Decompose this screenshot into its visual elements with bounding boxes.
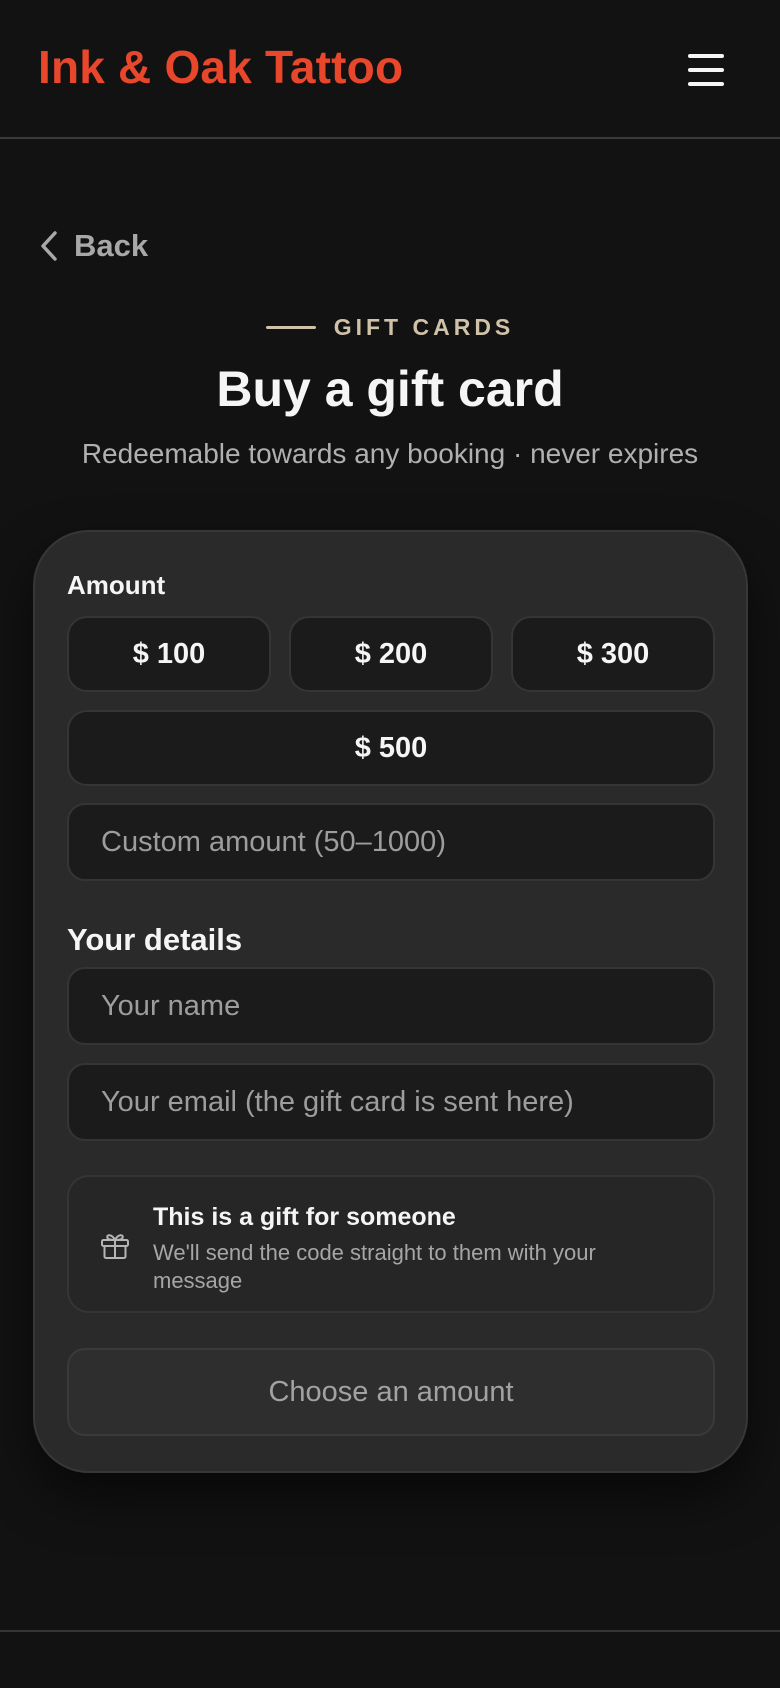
- page-title: Buy a gift card: [216, 361, 564, 417]
- gift-icon: [101, 1234, 129, 1259]
- site-header: Ink & Oak Tattoo: [0, 0, 780, 139]
- amount-option-500[interactable]: $ 500: [67, 710, 715, 786]
- gift-toggle[interactable]: This is a gift for someone We'll send th…: [67, 1175, 715, 1313]
- gift-toggle-description: We'll send the code straight to them wit…: [153, 1240, 596, 1293]
- hamburger-icon[interactable]: [680, 48, 732, 92]
- email-input[interactable]: [67, 1063, 715, 1141]
- brand-logo[interactable]: Ink & Oak Tattoo: [38, 40, 403, 94]
- eyebrow-text: GIFT CARDS: [333, 314, 515, 340]
- back-button[interactable]: Back: [38, 222, 148, 270]
- details-label: Your details: [67, 922, 243, 957]
- back-label: Back: [74, 228, 149, 263]
- gift-toggle-title: This is a gift for someone: [153, 1203, 456, 1231]
- page-subtitle: Redeemable towards any booking · never e…: [81, 438, 699, 469]
- submit-button[interactable]: Choose an amount: [67, 1348, 715, 1436]
- amount-option-200[interactable]: $ 200: [289, 616, 493, 692]
- custom-amount-input[interactable]: [67, 803, 715, 881]
- chevron-left-icon: [41, 231, 57, 261]
- footer-divider: [0, 1630, 780, 1632]
- amount-option-300[interactable]: $ 300: [511, 616, 715, 692]
- name-input[interactable]: [67, 967, 715, 1045]
- amount-label: Amount: [67, 570, 166, 600]
- amount-option-100[interactable]: $ 100: [67, 616, 271, 692]
- gift-card-form: Amount $ 100 $ 200 $ 300 $ 500 Your deta…: [33, 530, 748, 1473]
- eyebrow-rule: [265, 326, 316, 329]
- section-eyebrow: GIFT CARDS: [0, 314, 780, 341]
